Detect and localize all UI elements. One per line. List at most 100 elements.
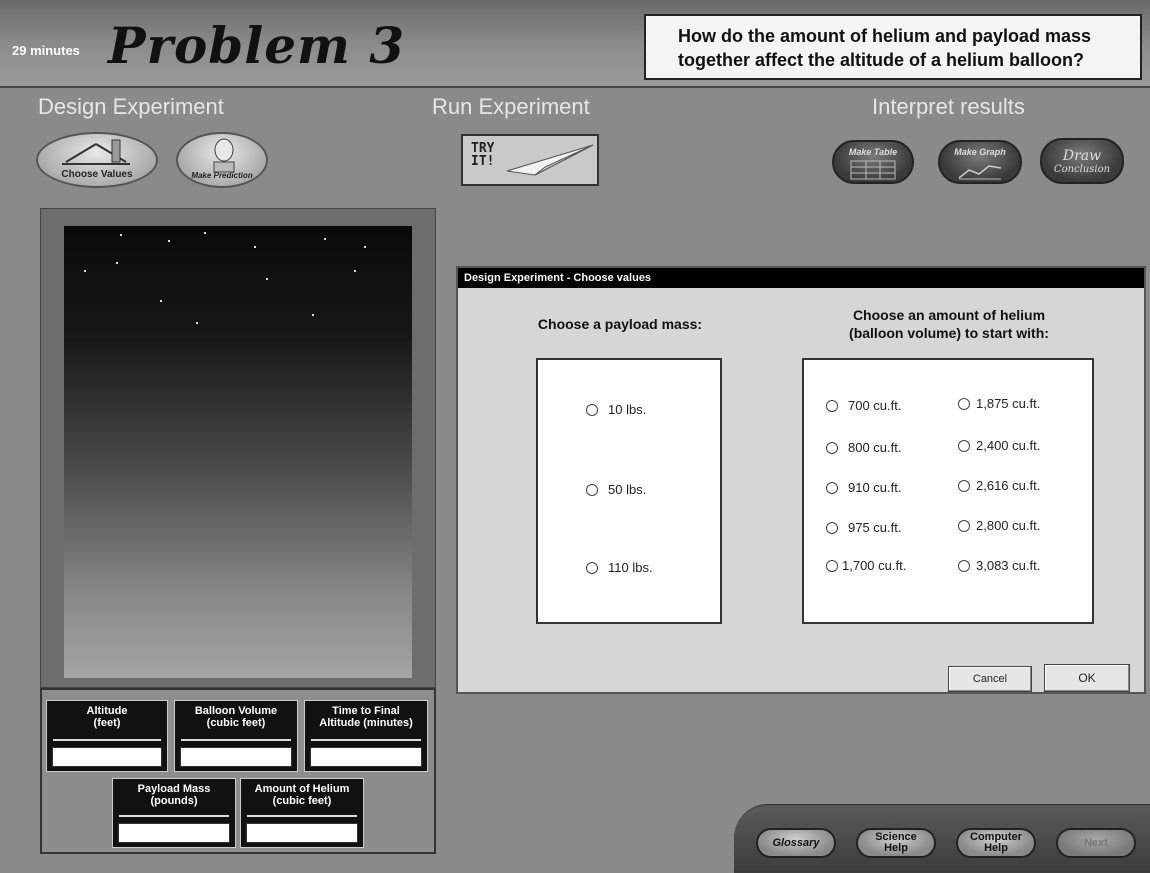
helium-option-label: 975 cu.ft. xyxy=(848,520,902,535)
radio-button[interactable] xyxy=(958,519,970,532)
try-it-button[interactable]: TRY IT! xyxy=(461,134,599,186)
payload-option-50[interactable]: 50 lbs. xyxy=(586,482,646,497)
helium-option-2800[interactable]: 2,800 cu.ft. xyxy=(958,518,1040,533)
interpret-results-title: Interpret results xyxy=(872,94,1025,119)
choose-values-dialog: Design Experiment - Choose values Choose… xyxy=(456,266,1146,694)
radio-button[interactable] xyxy=(826,521,838,534)
choose-values-button[interactable]: Choose Values xyxy=(36,132,158,188)
amount-of-helium-unit: (cubic feet) xyxy=(272,795,332,807)
altitude-readout: Altitude (feet) xyxy=(46,700,168,772)
try-it-line-2: IT! xyxy=(471,154,495,169)
helium-option-label: 2,800 cu.ft. xyxy=(976,518,1041,533)
scale-icon xyxy=(62,139,130,165)
paper-airplane-icon xyxy=(506,144,594,176)
star xyxy=(160,300,162,302)
radio-button[interactable] xyxy=(586,403,598,416)
cancel-button[interactable]: Cancel xyxy=(948,666,1032,692)
helium-option-910[interactable]: 910 cu.ft. xyxy=(826,480,901,495)
dialog-title: Design Experiment - Choose values xyxy=(458,268,1144,288)
payload-option-label: 10 lbs. xyxy=(608,402,647,417)
divider xyxy=(181,739,291,741)
make-table-label: Make Table xyxy=(848,147,898,157)
helium-option-2616[interactable]: 2,616 cu.ft. xyxy=(958,478,1040,493)
make-graph-button[interactable]: Make Graph xyxy=(938,140,1022,184)
night-sky-view xyxy=(64,226,412,678)
make-graph-label: Make Graph xyxy=(954,147,1006,157)
radio-button[interactable] xyxy=(958,439,970,452)
radio-button[interactable] xyxy=(586,483,598,496)
time-to-final-label: Time to Final xyxy=(332,705,400,717)
helium-option-label: 910 cu.ft. xyxy=(848,480,902,495)
helium-heading-line-1: Choose an amount of helium xyxy=(852,307,1046,323)
payload-heading: Choose a payload mass: xyxy=(537,316,703,332)
helium-heading: Choose an amount of helium (balloon volu… xyxy=(804,306,1094,342)
balloon-volume-unit: (cubic feet) xyxy=(206,717,266,729)
helium-option-label: 2,400 cu.ft. xyxy=(976,438,1041,453)
star xyxy=(204,232,206,234)
computer-help-line-2: Help xyxy=(984,842,1008,854)
balloon-volume-readout: Balloon Volume (cubic feet) xyxy=(174,700,298,772)
amount-of-helium-field xyxy=(246,823,358,843)
next-button[interactable]: Next xyxy=(1056,828,1136,858)
helium-option-975[interactable]: 975 cu.ft. xyxy=(826,520,901,535)
helium-options-box: 700 cu.ft. 800 cu.ft. 910 cu.ft. 975 cu.… xyxy=(802,358,1094,624)
helium-option-label: 1,700 cu.ft. xyxy=(842,558,907,573)
radio-button[interactable] xyxy=(826,559,838,572)
payload-option-110[interactable]: 110 lbs. xyxy=(586,560,653,575)
radio-button[interactable] xyxy=(958,559,970,572)
radio-button[interactable] xyxy=(586,561,598,574)
timer-label: 29 minutes xyxy=(12,43,80,58)
make-prediction-button[interactable]: Make Prediction xyxy=(176,132,268,188)
science-help-line-2: Help xyxy=(884,842,908,854)
person-icon xyxy=(213,138,235,173)
helium-option-label: 700 cu.ft. xyxy=(848,398,902,413)
amount-of-helium-readout: Amount of Helium (cubic feet) xyxy=(240,778,364,848)
computer-help-button[interactable]: Computer Help xyxy=(956,828,1036,858)
time-to-final-unit: Altitude (minutes) xyxy=(319,717,413,729)
star xyxy=(196,322,198,324)
run-experiment-title: Run Experiment xyxy=(432,94,590,119)
glossary-button[interactable]: Glossary xyxy=(756,828,836,858)
helium-heading-line-2: (balloon volume) to start with: xyxy=(849,325,1049,341)
star xyxy=(266,278,268,280)
altitude-field xyxy=(52,747,162,767)
draw-conclusion-line-1: Draw xyxy=(1062,147,1102,164)
divider xyxy=(53,739,161,741)
helium-option-3083[interactable]: 3,083 cu.ft. xyxy=(958,558,1040,573)
star xyxy=(354,270,356,272)
try-it-label: TRY IT! xyxy=(471,142,494,168)
helium-option-1875[interactable]: 1,875 cu.ft. xyxy=(958,396,1040,411)
make-table-button[interactable]: Make Table xyxy=(832,140,914,184)
helium-option-800[interactable]: 800 cu.ft. xyxy=(826,440,901,455)
star xyxy=(364,246,366,248)
radio-button[interactable] xyxy=(826,399,838,412)
payload-option-10[interactable]: 10 lbs. xyxy=(586,402,646,417)
draw-conclusion-button[interactable]: Draw Conclusion xyxy=(1040,138,1124,184)
helium-option-label: 1,875 cu.ft. xyxy=(976,396,1041,411)
helium-option-1700[interactable]: 1,700 cu.ft. xyxy=(826,558,906,573)
divider xyxy=(119,815,229,817)
draw-conclusion-line-2: Conclusion xyxy=(1053,163,1111,175)
helium-option-label: 800 cu.ft. xyxy=(848,440,902,455)
table-icon xyxy=(850,160,896,180)
payload-option-label: 110 lbs. xyxy=(608,560,653,575)
science-help-button[interactable]: Science Help xyxy=(856,828,936,858)
question-box: How do the amount of helium and payload … xyxy=(644,14,1142,80)
balloon-volume-label: Balloon Volume xyxy=(194,705,278,717)
helium-option-label: 2,616 cu.ft. xyxy=(976,478,1041,493)
star xyxy=(312,314,314,316)
helium-option-700[interactable]: 700 cu.ft. xyxy=(826,398,901,413)
helium-option-2400[interactable]: 2,400 cu.ft. xyxy=(958,438,1040,453)
balloon-volume-field xyxy=(180,747,292,767)
radio-button[interactable] xyxy=(826,481,838,494)
star xyxy=(84,270,86,272)
star xyxy=(120,234,122,236)
question-line-2: together affect the altitude of a helium… xyxy=(678,50,1085,70)
radio-button[interactable] xyxy=(958,479,970,492)
payload-mass-readout: Payload Mass (pounds) xyxy=(112,778,236,848)
radio-button[interactable] xyxy=(826,441,838,454)
divider xyxy=(247,815,357,817)
payload-options-box: 10 lbs. 50 lbs. 110 lbs. xyxy=(536,358,722,624)
ok-button[interactable]: OK xyxy=(1044,664,1130,692)
radio-button[interactable] xyxy=(958,397,970,410)
